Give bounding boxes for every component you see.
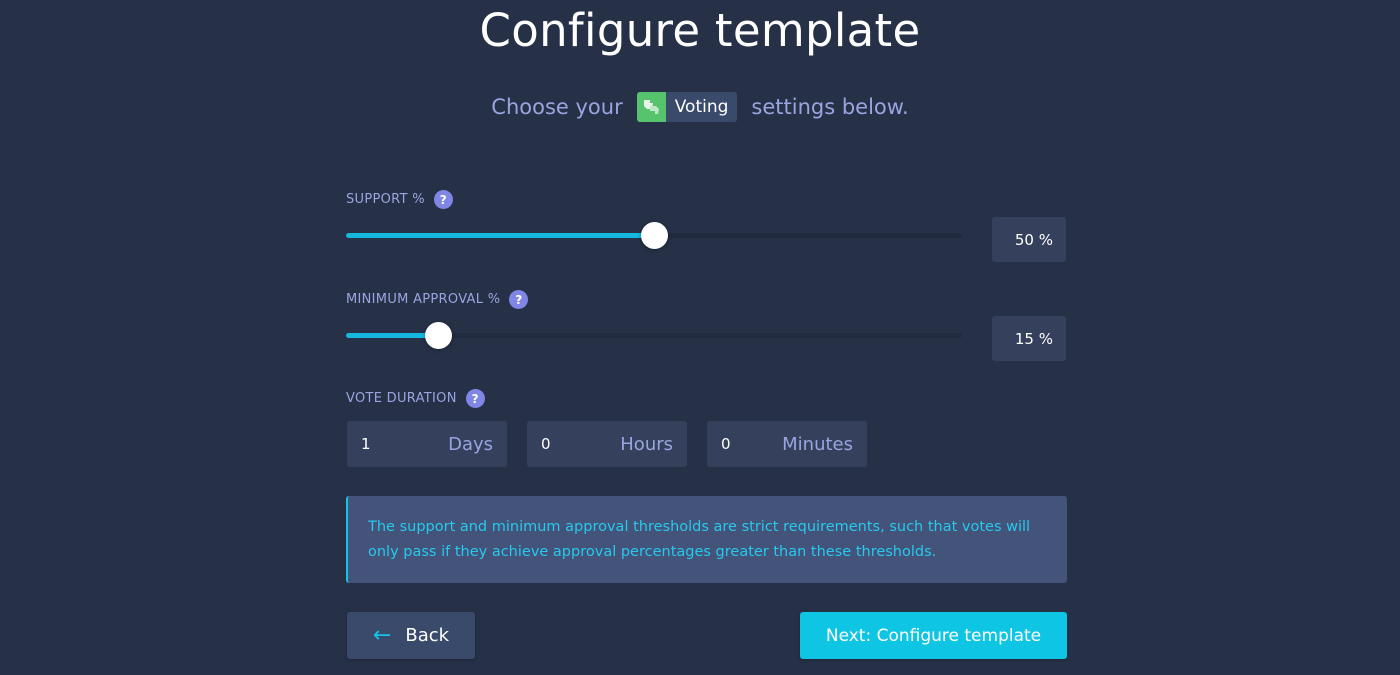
- duration-minutes-unit: Minutes: [782, 433, 853, 455]
- support-slider-thumb[interactable]: [641, 222, 668, 249]
- support-value-field[interactable]: 50 %: [992, 217, 1066, 262]
- duration-minutes-value[interactable]: 0: [721, 435, 731, 453]
- app-badge: Voting: [636, 92, 738, 122]
- next-button-label: Next: Configure template: [825, 625, 1042, 646]
- min-approval-value-field[interactable]: 15 %: [992, 316, 1066, 361]
- support-help-icon[interactable]: ?: [433, 190, 453, 209]
- min-approval-label-row: MINIMUM APPROVAL % ?: [346, 290, 529, 309]
- duration-minutes-input[interactable]: 0 Minutes: [707, 421, 867, 467]
- page-title: Configure template: [479, 4, 921, 57]
- back-button-label: Back: [405, 625, 450, 646]
- support-slider-fill: [346, 233, 654, 238]
- next-button[interactable]: Next: Configure template: [800, 612, 1067, 659]
- duration-days-value[interactable]: 1: [361, 435, 371, 453]
- arrow-left-icon: ←: [372, 622, 392, 648]
- min-approval-label: MINIMUM APPROVAL %: [346, 292, 501, 307]
- duration-hours-value[interactable]: 0: [541, 435, 551, 453]
- vote-duration-label-row: VOTE DURATION ?: [346, 389, 485, 408]
- min-approval-slider-thumb[interactable]: [425, 322, 453, 349]
- support-label: SUPPORT %: [346, 192, 425, 207]
- min-approval-slider[interactable]: [346, 322, 962, 349]
- vote-duration-help-icon[interactable]: ?: [465, 389, 485, 408]
- configure-template-page: Configure template Choose your Voting se…: [0, 0, 1400, 675]
- support-label-row: SUPPORT % ?: [346, 190, 453, 209]
- app-badge-label: Voting: [674, 97, 729, 117]
- duration-hours-unit: Hours: [620, 433, 673, 455]
- page-subtitle: Choose your Voting settings below.: [0, 92, 1400, 122]
- threshold-info-text: The support and minimum approval thresho…: [368, 519, 1031, 560]
- subtitle-prefix: Choose your: [491, 95, 623, 119]
- duration-days-input[interactable]: 1 Days: [347, 421, 507, 467]
- support-slider[interactable]: [346, 222, 962, 249]
- threshold-info-box: The support and minimum approval thresho…: [346, 496, 1067, 583]
- back-button[interactable]: ← Back: [347, 612, 475, 659]
- subtitle-suffix: settings below.: [751, 95, 909, 119]
- vote-duration-label: VOTE DURATION: [346, 391, 457, 406]
- thumbs-up-down-icon: [636, 92, 666, 122]
- min-approval-help-icon[interactable]: ?: [509, 290, 529, 309]
- duration-days-unit: Days: [448, 433, 493, 455]
- duration-hours-input[interactable]: 0 Hours: [527, 421, 687, 467]
